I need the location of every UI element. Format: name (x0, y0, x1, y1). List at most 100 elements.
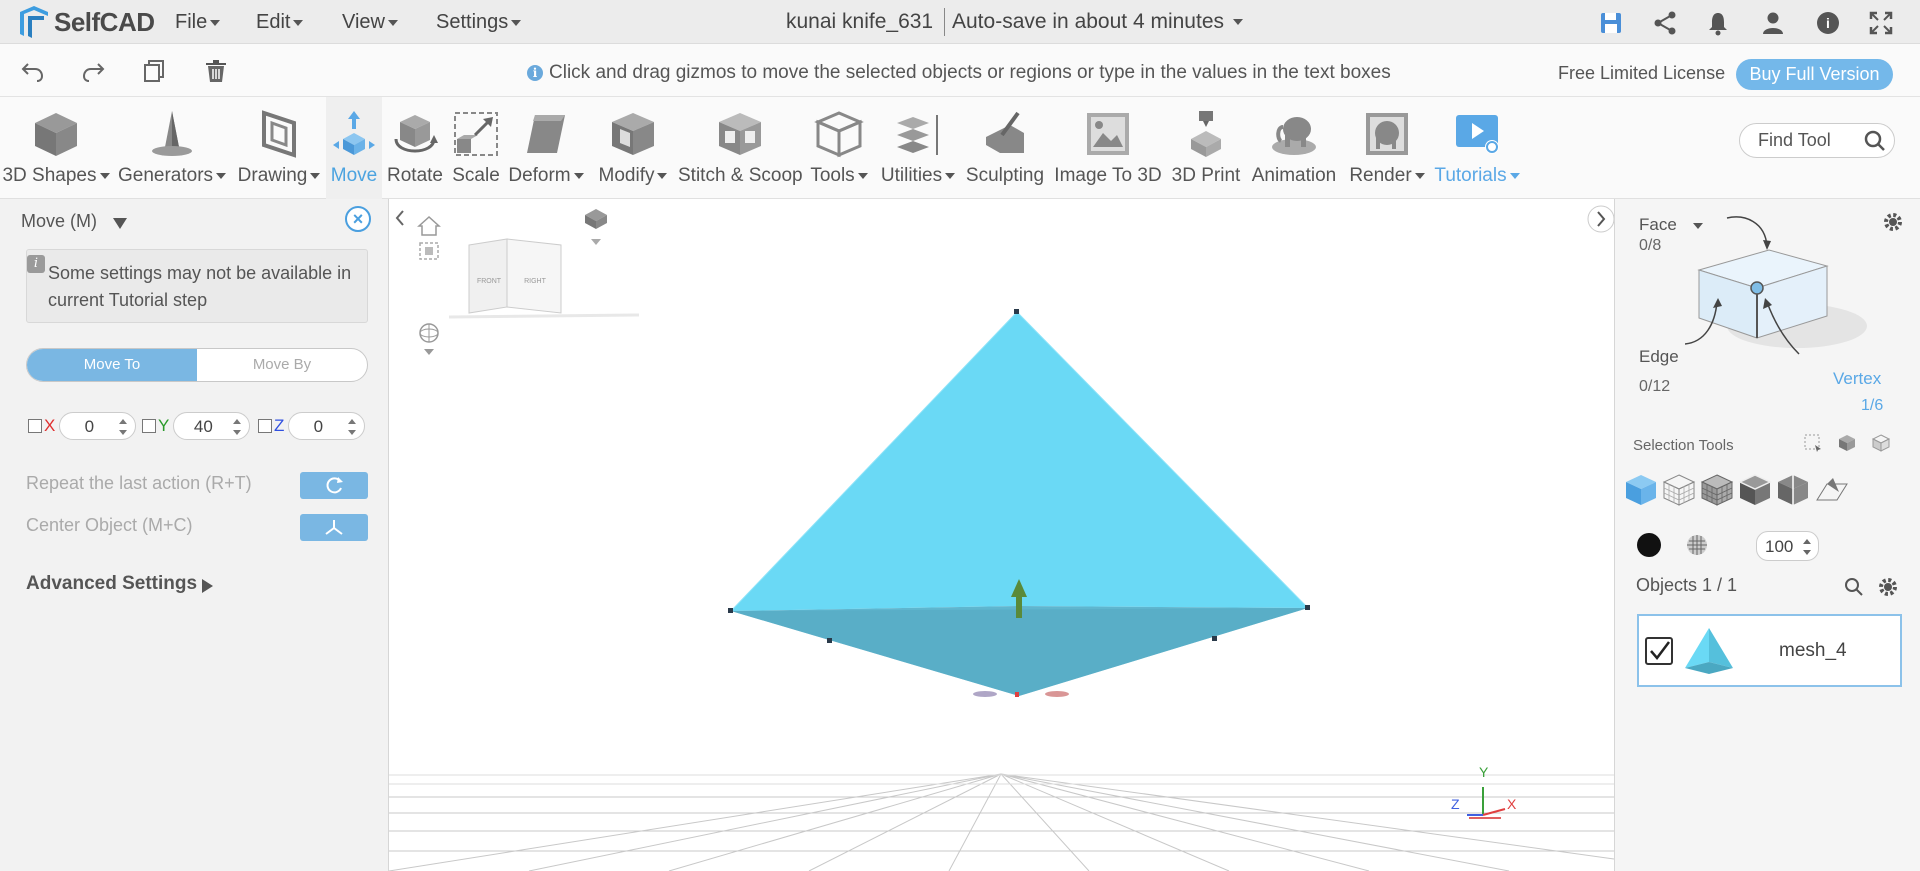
tool-image-to-3d[interactable]: Image To 3D (1050, 97, 1166, 199)
vertex-mode-label[interactable]: Vertex (1833, 369, 1881, 389)
edge-mode-label[interactable]: Edge (1639, 347, 1679, 367)
tool-render[interactable]: Render (1342, 97, 1432, 199)
axis-z-input[interactable]: 0 (288, 412, 366, 440)
expand-icon[interactable] (202, 579, 213, 593)
autosave-dropdown[interactable]: Auto-save in about 4 minutes (952, 10, 1243, 34)
trash-icon[interactable] (203, 58, 229, 84)
face-mode-label[interactable]: Face (1639, 215, 1677, 235)
color-swatch[interactable] (1637, 533, 1661, 557)
selection-tools-label: Selection Tools (1633, 437, 1734, 454)
object-name[interactable]: mesh_4 (1779, 640, 1847, 662)
user-icon[interactable] (1760, 10, 1786, 36)
3d-viewport[interactable]: FRONT RIGHT Y X Z (389, 199, 1614, 871)
hint-text: i Click and drag gizmos to move the sele… (527, 62, 1391, 84)
axis-z-checkbox[interactable] (258, 419, 272, 433)
axis-x-checkbox[interactable] (28, 419, 42, 433)
opacity-input[interactable]: 100 (1756, 531, 1819, 561)
info-icon: i (27, 255, 45, 273)
tool-scale[interactable]: Scale (448, 97, 504, 199)
menu-settings[interactable]: Settings (436, 11, 522, 34)
close-panel-button[interactable]: × (345, 206, 371, 232)
gear-icon[interactable] (1882, 211, 1904, 233)
axis-y-checkbox[interactable] (142, 419, 156, 433)
chevron-down-icon (1509, 172, 1520, 179)
tool-sculpting[interactable]: Sculpting (960, 97, 1050, 199)
help-icon[interactable]: i (1815, 10, 1841, 36)
tool-tutorials[interactable]: Tutorials (1432, 97, 1522, 199)
select-solid-icon[interactable] (1737, 472, 1773, 508)
tool-3d-shapes[interactable]: 3D Shapes (0, 97, 112, 199)
select-wireframe-icon[interactable] (1661, 472, 1697, 508)
viewport-canvas[interactable]: FRONT RIGHT Y X Z (389, 199, 1614, 871)
stepper-icon[interactable] (1803, 539, 1811, 555)
fit-view-icon[interactable] (419, 242, 439, 260)
repeat-last-action-button[interactable] (300, 472, 368, 499)
save-icon[interactable] (1598, 10, 1624, 36)
select-front-icon[interactable] (1837, 433, 1857, 453)
stepper-icon[interactable] (348, 419, 357, 435)
texture-icon[interactable] (1685, 533, 1709, 557)
menu-view[interactable]: View (342, 11, 398, 34)
axis-y-label: Y (158, 416, 170, 435)
home-view-icon[interactable] (417, 215, 441, 236)
tool-move[interactable]: Move (326, 97, 382, 199)
menu-settings-label: Settings (436, 11, 509, 33)
tool-tools[interactable]: Tools (802, 97, 876, 199)
find-tool-box (1739, 123, 1895, 158)
app-logo[interactable]: SelfCAD (18, 4, 155, 40)
select-grid-icon[interactable] (1699, 472, 1735, 508)
search-icon[interactable] (1862, 128, 1888, 154)
axis-x-input[interactable]: 0 (59, 412, 137, 440)
menu-edit[interactable]: Edit (256, 11, 304, 34)
floor-grid (389, 773, 1614, 871)
share-icon[interactable] (1652, 10, 1678, 36)
buy-full-version-button[interactable]: Buy Full Version (1736, 59, 1893, 90)
stepper-icon[interactable] (233, 419, 242, 435)
tool-3d-shapes-label: 3D Shapes (2, 165, 97, 186)
view-cube[interactable]: FRONT RIGHT (448, 238, 640, 319)
copy-icon[interactable] (141, 58, 167, 84)
tool-drawing[interactable]: Drawing (232, 97, 326, 199)
move-icon (333, 111, 375, 155)
axis-y-input[interactable]: 40 (173, 412, 251, 440)
redo-icon[interactable] (80, 58, 106, 84)
tool-animation[interactable]: Animation (1246, 97, 1342, 199)
selection-cube-diagram[interactable] (1685, 214, 1885, 374)
select-object-icon[interactable] (1623, 472, 1659, 508)
move-by-button[interactable]: Move By (197, 349, 367, 381)
tool-stitch-scoop[interactable]: Stitch & Scoop (678, 97, 803, 199)
panel-dropdown-icon[interactable] (113, 218, 127, 229)
mesh-pyramid[interactable] (728, 309, 1310, 697)
collapse-right-icon[interactable] (1587, 205, 1614, 233)
box-select-icon[interactable] (1803, 433, 1823, 453)
tool-modify[interactable]: Modify (588, 97, 678, 199)
axis-z-label: Z (274, 416, 285, 435)
tool-generators[interactable]: Generators (112, 97, 232, 199)
search-icon[interactable] (1843, 576, 1865, 598)
collapse-left-icon[interactable] (395, 210, 404, 226)
advanced-settings-toggle[interactable]: Advanced Settings (26, 573, 197, 595)
tool-3d-print[interactable]: 3D Print (1166, 97, 1246, 199)
camera-view-icon[interactable] (585, 209, 607, 245)
undo-icon[interactable] (20, 58, 46, 84)
menu-file[interactable]: File (175, 11, 221, 34)
find-tool-input[interactable] (1758, 130, 1858, 151)
center-object-button[interactable] (300, 514, 368, 541)
select-half-icon[interactable] (1775, 472, 1811, 508)
document-title[interactable]: kunai knife_631 (786, 10, 933, 34)
orbit-icon[interactable] (419, 323, 439, 355)
tool-utilities[interactable]: Utilities (876, 97, 960, 199)
axis-y-gizmo-label: Y (1479, 764, 1489, 780)
fullscreen-icon[interactable] (1868, 10, 1894, 36)
object-list-item[interactable]: mesh_4 (1637, 614, 1902, 687)
select-through-icon[interactable] (1871, 433, 1891, 453)
move-to-button[interactable]: Move To (27, 349, 197, 381)
gear-icon[interactable] (1877, 576, 1899, 598)
object-visibility-checkbox[interactable] (1645, 637, 1673, 665)
tool-rotate[interactable]: Rotate (382, 97, 448, 199)
stepper-icon[interactable] (119, 419, 128, 435)
select-plane-icon[interactable] (1813, 472, 1849, 508)
bell-icon[interactable] (1705, 10, 1731, 36)
tool-deform[interactable]: Deform (504, 97, 588, 199)
tool-stitch-scoop-label: Stitch & Scoop (678, 165, 803, 186)
